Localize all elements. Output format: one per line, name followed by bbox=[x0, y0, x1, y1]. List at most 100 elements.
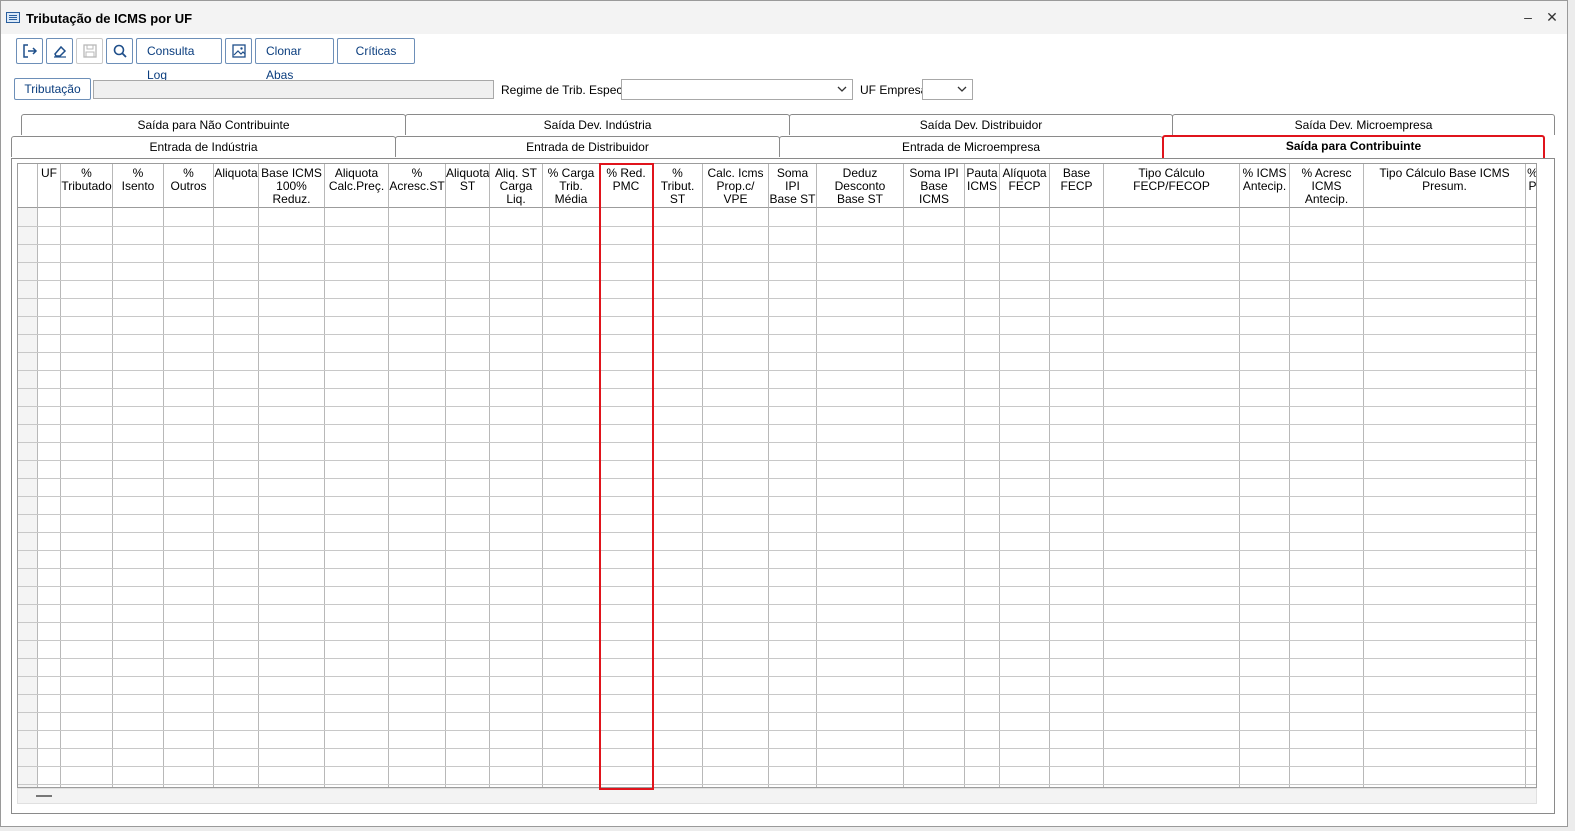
table-row[interactable] bbox=[18, 550, 1536, 551]
tributacao-button[interactable]: Tributação bbox=[14, 78, 91, 100]
title-bar: Tributação de ICMS por UF – ✕ bbox=[1, 1, 1567, 34]
column-header[interactable]: Deduz Desconto Base ST bbox=[817, 164, 904, 208]
table-row[interactable] bbox=[18, 298, 1536, 299]
tab-saida-dev-distribuidor[interactable]: Saída Dev. Distribuidor bbox=[789, 114, 1173, 135]
column-header[interactable]: Aliquota Calc.Preç. bbox=[325, 164, 389, 208]
column-header[interactable]: Pauta ICMS bbox=[965, 164, 1000, 208]
table-row[interactable] bbox=[18, 262, 1536, 263]
table-row[interactable] bbox=[18, 496, 1536, 497]
column-header[interactable]: % Red. PMC bbox=[600, 164, 653, 208]
table-row[interactable] bbox=[18, 316, 1536, 317]
column-header[interactable]: Base FECP bbox=[1050, 164, 1104, 208]
save-icon bbox=[83, 44, 97, 58]
exit-button[interactable] bbox=[16, 38, 43, 64]
row-indicator-header bbox=[18, 164, 38, 208]
grid-column-divider bbox=[489, 208, 490, 787]
column-header[interactable]: Soma IPI Base ST bbox=[769, 164, 817, 208]
column-header[interactable]: Calc. Icms Prop.c/ VPE bbox=[703, 164, 769, 208]
tributacao-grid[interactable]: UF% Tributado% Isento% Outros Aliquota Bas… bbox=[17, 163, 1537, 788]
table-row[interactable] bbox=[18, 226, 1536, 227]
horizontal-scrollbar[interactable] bbox=[17, 788, 1537, 804]
table-row[interactable] bbox=[18, 442, 1536, 443]
search-button[interactable] bbox=[106, 38, 133, 64]
table-row[interactable] bbox=[18, 658, 1536, 659]
save-button[interactable] bbox=[76, 38, 103, 64]
close-icon[interactable]: ✕ bbox=[1544, 9, 1560, 25]
column-header[interactable]: % Outros bbox=[164, 164, 214, 208]
table-row[interactable] bbox=[18, 730, 1536, 731]
grid-column-divider bbox=[60, 208, 61, 787]
table-row[interactable] bbox=[18, 604, 1536, 605]
column-header[interactable]: % Tributado bbox=[61, 164, 113, 208]
window-title: Tributação de ICMS por UF bbox=[26, 11, 193, 26]
column-header[interactable]: % Acresc.ST bbox=[389, 164, 446, 208]
grid-column-divider bbox=[1363, 208, 1364, 787]
clear-button[interactable] bbox=[46, 38, 73, 64]
column-header[interactable]: Base ICMS 100% Reduz. bbox=[259, 164, 325, 208]
table-row[interactable] bbox=[18, 460, 1536, 461]
column-header[interactable]: Tipo Cálculo Base ICMS Presum. bbox=[1364, 164, 1526, 208]
grid-column-divider bbox=[37, 208, 38, 787]
column-header[interactable]: Tipo Cálculo FECP/FECOP bbox=[1104, 164, 1240, 208]
uf-empresa-select[interactable] bbox=[922, 79, 973, 100]
table-row[interactable] bbox=[18, 280, 1536, 281]
table-row[interactable] bbox=[18, 622, 1536, 623]
table-row[interactable] bbox=[18, 352, 1536, 353]
image-button[interactable] bbox=[225, 38, 252, 64]
table-row[interactable] bbox=[18, 424, 1536, 425]
grid-column-divider bbox=[999, 208, 1000, 787]
column-header[interactable]: % Carga Trib. Média bbox=[543, 164, 600, 208]
table-row[interactable] bbox=[18, 478, 1536, 479]
table-row[interactable] bbox=[18, 694, 1536, 695]
column-header[interactable]: Aliq. ST Carga Liq. bbox=[490, 164, 543, 208]
tab-saida-dev-industria[interactable]: Saída Dev. Indústria bbox=[405, 114, 790, 135]
scroll-thumb[interactable] bbox=[36, 795, 52, 797]
column-header[interactable]: % Isento bbox=[113, 164, 164, 208]
app-icon bbox=[6, 12, 20, 23]
minimize-icon[interactable]: – bbox=[1520, 9, 1536, 25]
column-header[interactable]: % P bbox=[1526, 164, 1536, 208]
table-row[interactable] bbox=[18, 532, 1536, 533]
regime-select[interactable] bbox=[621, 79, 853, 100]
criticas-button[interactable]: Críticas bbox=[337, 38, 415, 64]
clonar-abas-button[interactable]: Clonar Abas bbox=[255, 38, 334, 82]
table-row[interactable] bbox=[18, 676, 1536, 677]
table-row[interactable] bbox=[18, 370, 1536, 371]
tab-entrada-industria[interactable]: Entrada de Indústria bbox=[11, 136, 396, 157]
table-row[interactable] bbox=[18, 784, 1536, 785]
column-header[interactable]: % Tribut. ST bbox=[653, 164, 703, 208]
table-row[interactable] bbox=[18, 586, 1536, 587]
grid-column-divider bbox=[1289, 208, 1290, 787]
uf-empresa-label: UF Empresa bbox=[860, 83, 928, 97]
tab-saida-dev-microempresa[interactable]: Saída Dev. Microempresa bbox=[1172, 114, 1555, 135]
grid-column-divider bbox=[324, 208, 325, 787]
table-row[interactable] bbox=[18, 388, 1536, 389]
tributacao-field bbox=[93, 80, 494, 99]
tab-saida-contribuinte[interactable]: Saída para Contribuinte bbox=[1162, 135, 1545, 160]
table-row[interactable] bbox=[18, 334, 1536, 335]
column-header[interactable]: Alíquota FECP bbox=[1000, 164, 1050, 208]
tab-entrada-microempresa[interactable]: Entrada de Microempresa bbox=[779, 136, 1163, 157]
tab-saida-nao-contribuinte[interactable]: Saída para Não Contribuinte bbox=[21, 114, 406, 135]
table-row[interactable] bbox=[18, 244, 1536, 245]
column-header[interactable]: Aliquota ST bbox=[446, 164, 490, 208]
regime-label: Regime de Trib. Especial bbox=[501, 83, 635, 97]
table-row[interactable] bbox=[18, 568, 1536, 569]
table-row[interactable] bbox=[18, 712, 1536, 713]
grid-column-divider bbox=[816, 208, 817, 787]
grid-column-divider bbox=[112, 208, 113, 787]
column-header[interactable]: % Acresc ICMS Antecip. bbox=[1290, 164, 1364, 208]
column-header[interactable]: % ICMS Antecip. bbox=[1240, 164, 1290, 208]
table-row[interactable] bbox=[18, 514, 1536, 515]
consulta-log-button[interactable]: Consulta Log bbox=[136, 38, 222, 82]
table-row[interactable] bbox=[18, 406, 1536, 407]
table-row[interactable] bbox=[18, 640, 1536, 641]
column-header[interactable]: Soma IPI Base ICMS bbox=[904, 164, 965, 208]
tab-entrada-distribuidor[interactable]: Entrada de Distribuidor bbox=[395, 136, 780, 157]
grid-column-divider bbox=[163, 208, 164, 787]
table-row[interactable] bbox=[18, 766, 1536, 767]
column-header[interactable]: UF bbox=[38, 164, 61, 208]
column-header[interactable]: Aliquota bbox=[214, 164, 259, 208]
table-row[interactable] bbox=[18, 748, 1536, 749]
grid-column-divider bbox=[445, 208, 446, 787]
